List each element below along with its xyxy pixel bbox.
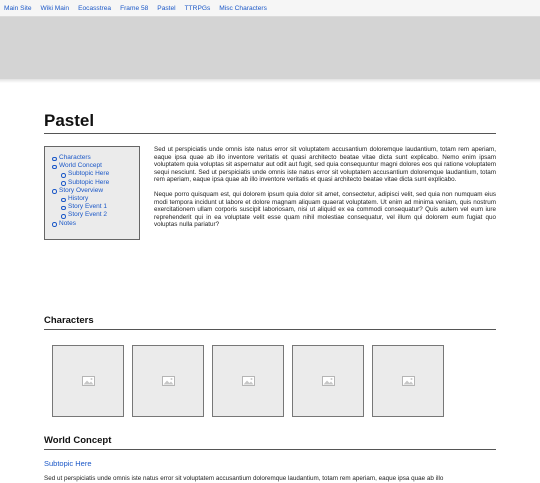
world-concept-text: Sed ut perspiciatis unde omnis iste natu… [44, 475, 444, 482]
nav-link-eocasstrea[interactable]: Eocasstrea [78, 5, 111, 12]
main-content: Pastel Characters World Concept Subtopic… [44, 83, 496, 482]
character-thumbnail[interactable] [132, 345, 204, 417]
nav-link-frame-58[interactable]: Frame 58 [120, 5, 148, 12]
image-placeholder-icon [321, 376, 335, 386]
character-thumbnail[interactable] [292, 345, 364, 417]
image-placeholder-icon [401, 376, 415, 386]
characters-section: Characters [44, 315, 496, 417]
intro-text: Sed ut perspiciatis unde omnis iste natu… [154, 146, 496, 240]
toc-item-world-concept[interactable]: World Concept Subtopic Here Subtopic Her… [52, 162, 135, 187]
toc-item-story-overview[interactable]: Story Overview History Story Event 1 Sto… [52, 187, 135, 220]
table-of-contents: Characters World Concept Subtopic Here S… [44, 146, 140, 240]
toc-item-subtopic-1[interactable]: Subtopic Here [61, 170, 135, 178]
header-banner [0, 17, 540, 79]
character-thumbnail[interactable] [372, 345, 444, 417]
characters-heading: Characters [44, 315, 496, 330]
image-placeholder-icon [241, 376, 255, 386]
toc-label-story-overview[interactable]: Story Overview [59, 187, 103, 194]
toc-item-story-event-2[interactable]: Story Event 2 [61, 211, 135, 219]
toc-item-characters[interactable]: Characters [52, 154, 135, 162]
toc-item-subtopic-2[interactable]: Subtopic Here [61, 179, 135, 187]
intro-paragraph-1: Sed ut perspiciatis unde omnis iste natu… [154, 146, 496, 184]
nav-link-ttrpgs[interactable]: TTRPGs [185, 5, 211, 12]
nav-link-pastel[interactable]: Pastel [157, 5, 175, 12]
world-concept-heading: World Concept [44, 435, 496, 450]
toc-item-history[interactable]: History [61, 195, 135, 203]
image-placeholder-icon [161, 376, 175, 386]
character-gallery [52, 345, 496, 417]
nav-link-wiki-main[interactable]: Wiki Main [41, 5, 70, 12]
page-title: Pastel [44, 83, 496, 134]
character-thumbnail[interactable] [52, 345, 124, 417]
subtopic-heading[interactable]: Subtopic Here [44, 459, 496, 469]
toc-label-world-concept[interactable]: World Concept [59, 162, 102, 169]
toc-item-story-event-1[interactable]: Story Event 1 [61, 203, 135, 211]
character-thumbnail[interactable] [212, 345, 284, 417]
image-placeholder-icon [81, 376, 95, 386]
world-concept-section: World Concept Subtopic Here Sed ut persp… [44, 435, 496, 483]
intro-paragraph-2: Neque porro quisquam est, qui dolorem ip… [154, 190, 496, 229]
nav-link-main-site[interactable]: Main Site [4, 5, 32, 12]
toc-item-notes[interactable]: Notes [52, 220, 135, 228]
top-navigation-bar: Main Site Wiki Main Eocasstrea Frame 58 … [0, 0, 540, 17]
intro-section: Characters World Concept Subtopic Here S… [44, 146, 496, 240]
nav-link-misc-characters[interactable]: Misc Characters [219, 5, 267, 12]
